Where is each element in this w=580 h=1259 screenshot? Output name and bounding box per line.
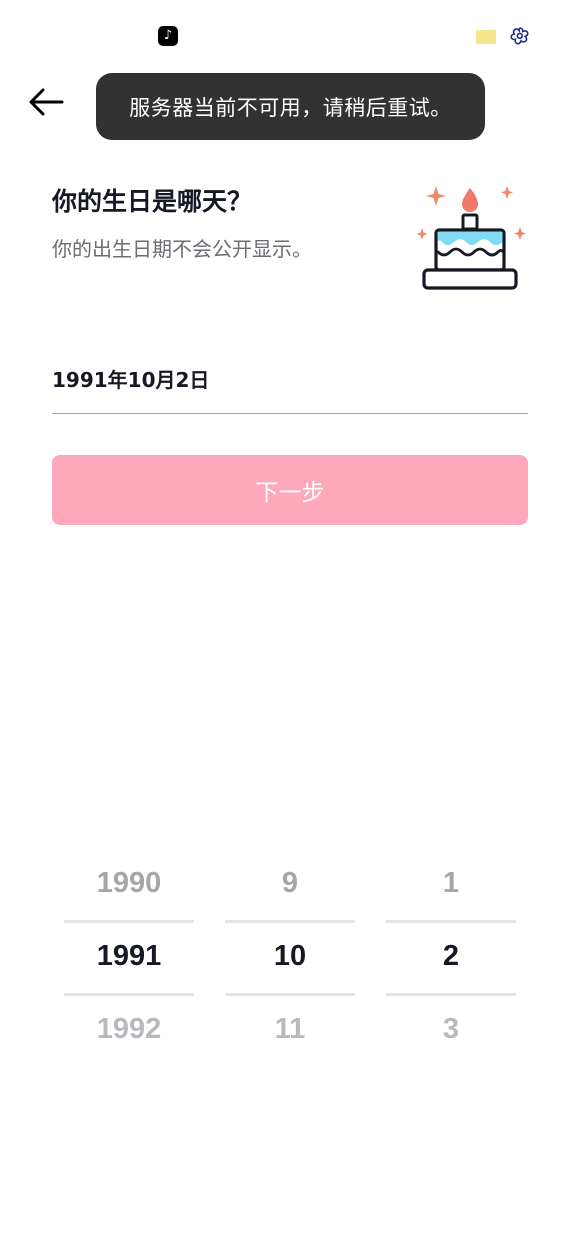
- selection-line-bottom: [386, 993, 516, 996]
- month-selected[interactable]: 10: [225, 940, 355, 973]
- month-wheel[interactable]: 9 10 11: [225, 850, 355, 1070]
- selection-line-bottom: [225, 993, 355, 996]
- toast-message: 服务器当前不可用，请稍后重试。: [129, 95, 452, 120]
- month-next[interactable]: 11: [225, 1013, 355, 1046]
- day-wheel[interactable]: 1 2 3: [386, 850, 516, 1070]
- year-selected[interactable]: 1991: [64, 940, 194, 973]
- month-prev[interactable]: 9: [225, 867, 355, 900]
- birthday-date-value[interactable]: 1991年10月2日: [52, 364, 209, 393]
- date-picker: 1990 1991 1992 9 10 11 1 2 3: [0, 850, 580, 1070]
- birthday-cake-icon: [416, 186, 526, 290]
- year-next[interactable]: 1992: [64, 1013, 194, 1046]
- page-subtitle: 你的出生日期不会公开显示。: [52, 237, 312, 261]
- tiktok-icon: ♪: [158, 26, 178, 46]
- error-toast: 服务器当前不可用，请稍后重试。: [96, 73, 485, 140]
- selection-line-bottom: [64, 993, 194, 996]
- next-button[interactable]: 下一步: [52, 455, 528, 525]
- selection-line-top: [386, 920, 516, 923]
- page-title: 你的生日是哪天？: [52, 187, 253, 216]
- day-selected[interactable]: 2: [386, 940, 516, 973]
- year-wheel[interactable]: 1990 1991 1992: [64, 850, 194, 1070]
- selection-line-top: [225, 920, 355, 923]
- back-button[interactable]: [24, 82, 68, 122]
- arrow-left-icon: [29, 88, 64, 116]
- date-field-underline: [52, 413, 528, 414]
- day-next[interactable]: 3: [386, 1013, 516, 1046]
- status-bar: ♪: [0, 0, 580, 70]
- selection-line-top: [64, 920, 194, 923]
- flower-icon: [510, 27, 529, 45]
- sim-card-icon: [476, 30, 496, 44]
- day-prev[interactable]: 1: [386, 867, 516, 900]
- year-prev[interactable]: 1990: [64, 867, 194, 900]
